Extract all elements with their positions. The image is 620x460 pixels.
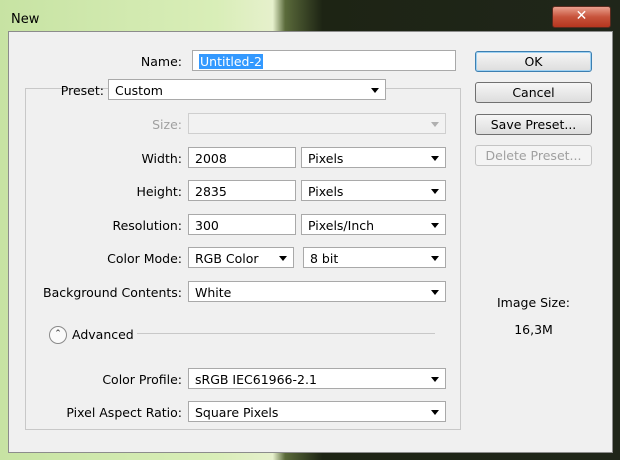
chevron-up-icon: ⌃: [54, 329, 62, 339]
resolution-value: 300: [195, 218, 219, 233]
resolution-unit-value: Pixels/Inch: [308, 218, 375, 233]
bit-depth-select[interactable]: 8 bit: [303, 247, 446, 268]
advanced-toggle-button[interactable]: ⌃: [49, 326, 67, 344]
dialog-client: Name: Untitled-2 Preset: Custom Size: Wi…: [8, 31, 613, 453]
chevron-down-icon: [431, 290, 439, 295]
image-size-label: Image Size:: [497, 295, 570, 310]
height-input[interactable]: 2835: [188, 180, 296, 201]
pixel-aspect-ratio-select[interactable]: Square Pixels: [188, 401, 446, 422]
width-unit-value: Pixels: [308, 151, 344, 166]
image-size-value: 16,3M: [514, 322, 553, 337]
background-contents-select[interactable]: White: [188, 281, 446, 302]
height-unit-select[interactable]: Pixels: [301, 180, 446, 201]
name-label: Name:: [140, 54, 182, 69]
preset-select[interactable]: Custom: [108, 79, 386, 100]
window-frame: New ✕ Name: Untitled-2 Preset: Custom Si…: [0, 0, 620, 460]
width-label: Width:: [141, 151, 182, 166]
height-value: 2835: [195, 184, 227, 199]
close-button[interactable]: ✕: [552, 6, 611, 28]
color-mode-label: Color Mode:: [107, 251, 182, 266]
save-preset-button[interactable]: Save Preset...: [475, 114, 592, 135]
delete-preset-button: Delete Preset...: [475, 145, 592, 166]
chevron-down-icon: [431, 256, 439, 261]
width-value: 2008: [195, 151, 227, 166]
resolution-unit-select[interactable]: Pixels/Inch: [301, 214, 446, 235]
background-contents-label: Background Contents:: [43, 285, 182, 300]
color-profile-value: sRGB IEC61966-2.1: [195, 372, 317, 387]
ok-button[interactable]: OK: [475, 51, 592, 72]
name-value: Untitled-2: [199, 54, 263, 69]
background-contents-value: White: [195, 285, 232, 300]
height-unit-value: Pixels: [308, 184, 344, 199]
name-input[interactable]: Untitled-2: [192, 50, 456, 71]
chevron-down-icon: [279, 256, 287, 261]
width-unit-select[interactable]: Pixels: [301, 147, 446, 168]
color-mode-value: RGB Color: [195, 251, 259, 266]
chevron-down-icon: [431, 377, 439, 382]
chevron-down-icon: [431, 122, 439, 127]
height-label: Height:: [136, 184, 182, 199]
pixel-aspect-ratio-value: Square Pixels: [195, 405, 279, 420]
width-input[interactable]: 2008: [188, 147, 296, 168]
chevron-down-icon: [431, 223, 439, 228]
chevron-down-icon: [431, 189, 439, 194]
size-label: Size:: [152, 117, 182, 132]
chevron-down-icon: [431, 156, 439, 161]
preset-value: Custom: [115, 83, 163, 98]
advanced-label: Advanced: [72, 327, 134, 342]
resolution-input[interactable]: 300: [188, 214, 296, 235]
bit-depth-value: 8 bit: [310, 251, 339, 266]
resolution-label: Resolution:: [112, 218, 182, 233]
color-mode-select[interactable]: RGB Color: [188, 247, 294, 268]
close-icon: ✕: [575, 8, 588, 24]
pixel-aspect-ratio-label: Pixel Aspect Ratio:: [66, 405, 182, 420]
advanced-divider: [137, 333, 435, 334]
preset-label: Preset:: [60, 83, 104, 98]
chevron-down-icon: [431, 410, 439, 415]
size-select: [188, 113, 446, 134]
color-profile-select[interactable]: sRGB IEC61966-2.1: [188, 368, 446, 389]
window-title: New: [11, 12, 40, 27]
cancel-button[interactable]: Cancel: [475, 82, 592, 103]
color-profile-label: Color Profile:: [102, 372, 182, 387]
chevron-down-icon: [371, 88, 379, 93]
